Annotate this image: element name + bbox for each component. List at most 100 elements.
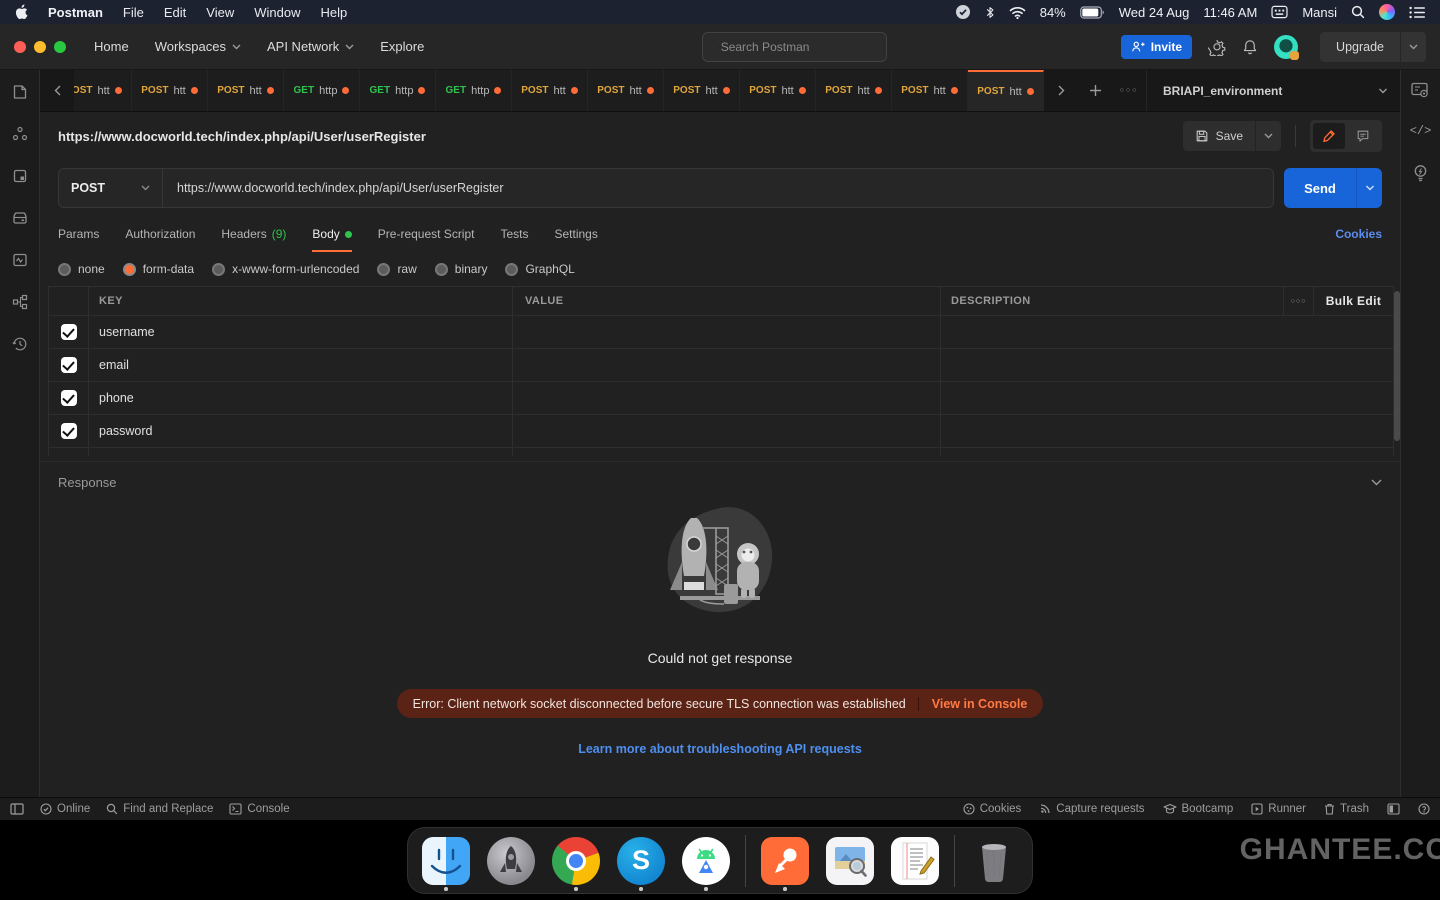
tab-params[interactable]: Params [58,216,99,252]
lightbulb-icon[interactable] [1412,164,1429,183]
request-tab[interactable]: GEThttp [436,70,512,111]
settings-gear-icon[interactable] [1208,38,1226,56]
capture-requests-button[interactable]: Capture requests [1039,803,1144,815]
send-options-chevron[interactable] [1356,168,1382,208]
request-tab[interactable]: POSThtt [588,70,664,111]
request-tab[interactable]: GEThttp [360,70,436,111]
online-status[interactable]: Online [40,803,90,815]
launchpad-icon[interactable] [485,830,537,892]
table-scrollbar[interactable] [1394,291,1400,441]
spotlight-search-icon[interactable] [1351,5,1365,19]
user-avatar[interactable] [1274,35,1298,59]
mode-binary[interactable]: binary [435,262,488,276]
nav-workspaces[interactable]: Workspaces [155,39,241,54]
request-tab[interactable]: POSThtt [208,70,284,111]
tab-tests[interactable]: Tests [500,216,528,252]
chrome-icon[interactable] [550,830,602,892]
history-icon[interactable] [10,334,30,354]
row-checkbox-checked[interactable] [61,357,77,373]
mode-x-www-form-urlencoded[interactable]: x-www-form-urlencoded [212,262,359,276]
save-button[interactable]: Save [1183,121,1281,151]
trash-icon[interactable] [968,830,1020,892]
help-icon[interactable] [1418,803,1430,815]
split-panes-icon[interactable] [1387,803,1400,815]
upgrade-button[interactable]: Upgrade [1320,32,1426,62]
save-options-chevron[interactable] [1255,121,1281,151]
nav-home[interactable]: Home [94,39,129,54]
column-options-icon[interactable]: ○○○ [1283,287,1313,315]
bulk-edit-button[interactable]: Bulk Edit [1313,287,1393,315]
row-checkbox-checked[interactable] [61,324,77,340]
wifi-icon[interactable] [1009,6,1026,19]
request-tab[interactable]: POSThtt [132,70,208,111]
tab-body[interactable]: Body [312,216,351,252]
environment-quicklook-icon[interactable] [1411,82,1430,98]
table-row[interactable]: username [49,316,1393,349]
trash-button[interactable]: Trash [1324,803,1369,815]
bluetooth-icon[interactable] [985,5,995,20]
collapse-chevron-icon[interactable] [1371,479,1382,486]
menu-view[interactable]: View [206,5,234,20]
skype-icon[interactable]: S [615,830,667,892]
cookies-button[interactable]: Cookies [963,803,1022,815]
search-input[interactable] [721,40,876,54]
table-row[interactable]: password [49,415,1393,448]
menubar-date[interactable]: Wed 24 Aug [1119,5,1190,20]
view-in-console-button[interactable]: View in Console [918,697,1028,711]
tab-headers[interactable]: Headers(9) [221,216,286,252]
android-studio-icon[interactable] [680,830,732,892]
row-checkbox-checked[interactable] [61,390,77,406]
siri-icon[interactable] [1379,4,1395,20]
upgrade-chevron[interactable] [1400,32,1426,62]
preview-icon[interactable] [824,830,876,892]
mode-raw[interactable]: raw [377,262,416,276]
edit-pencil-button[interactable] [1313,123,1345,149]
textedit-icon[interactable] [889,830,941,892]
notifications-bell-icon[interactable] [1242,38,1258,56]
code-snippet-icon[interactable]: </> [1410,124,1432,138]
find-and-replace-button[interactable]: Find and Replace [106,803,213,815]
tab-settings[interactable]: Settings [555,216,598,252]
request-tab[interactable]: POSThtt [74,70,132,111]
table-row[interactable]: email [49,349,1393,382]
request-tab[interactable]: GEThttp [284,70,360,111]
request-tab[interactable]: POSThtt [816,70,892,111]
tabs-scroll-left-button[interactable] [40,70,74,111]
collections-icon[interactable] [10,82,30,102]
tab-options-button[interactable]: ○○○ [1112,70,1146,111]
invite-button[interactable]: Invite [1121,35,1192,59]
flows-icon[interactable] [10,292,30,312]
tab-authorization[interactable]: Authorization [125,216,195,252]
comment-button[interactable] [1347,123,1379,149]
environment-selector[interactable]: BRIAPI_environment [1146,70,1400,111]
sidebar-toggle-icon[interactable] [10,803,24,815]
request-tab[interactable]: POSThtt [892,70,968,111]
status-check-icon[interactable] [955,4,971,20]
postman-icon[interactable] [759,830,811,892]
menu-file[interactable]: File [123,5,144,20]
mode-form-data[interactable]: form-data [123,262,194,276]
request-tab[interactable]: POSThtt [664,70,740,111]
request-tab[interactable]: POSThtt [740,70,816,111]
input-source-icon[interactable] [1271,5,1288,19]
row-checkbox-checked[interactable] [61,423,77,439]
url-input[interactable] [163,169,1273,207]
zoom-window-button[interactable] [54,41,66,53]
menu-help[interactable]: Help [320,5,347,20]
console-button[interactable]: Console [229,803,289,815]
mode-none[interactable]: none [58,262,105,276]
finder-icon[interactable] [420,830,472,892]
request-tab-active[interactable]: POSThtt [968,70,1044,111]
runner-button[interactable]: Runner [1251,803,1306,815]
monitors-icon[interactable] [10,250,30,270]
send-button[interactable]: Send [1284,168,1382,208]
minimize-window-button[interactable] [34,41,46,53]
method-dropdown[interactable]: POST [59,169,163,207]
mode-graphql[interactable]: GraphQL [505,262,574,276]
close-window-button[interactable] [14,41,26,53]
tabs-scroll-right-button[interactable] [1044,70,1078,111]
menubar-app-name[interactable]: Postman [48,5,103,20]
mock-servers-icon[interactable] [10,208,30,228]
global-search[interactable] [702,32,887,62]
menubar-time[interactable]: 11:46 AM [1203,5,1257,20]
